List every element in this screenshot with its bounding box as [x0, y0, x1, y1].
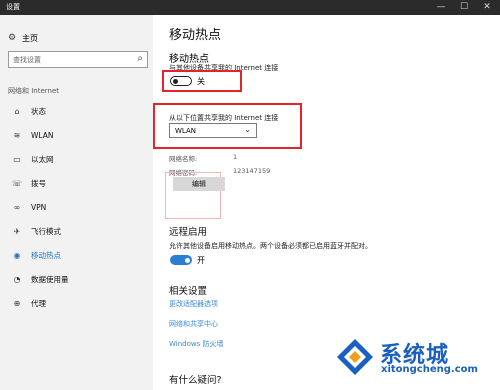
- remote-section-title: 远程启用: [169, 227, 208, 238]
- proxy-icon: ⊕: [13, 298, 21, 308]
- sidebar-item-label: 数据使用量: [31, 274, 69, 284]
- sidebar: ⚙ 主页 查找设置 ⌕ 网络和 Internet ⌂ 状态 ≋ WLAN ▭ 以…: [0, 15, 153, 390]
- sidebar-item-proxy[interactable]: ⊕ 代理: [0, 291, 153, 315]
- remote-toggle[interactable]: [170, 255, 192, 265]
- watermark-logo-icon: [337, 339, 373, 375]
- sidebar-item-wlan[interactable]: ≋ WLAN: [0, 123, 153, 147]
- sidebar-item-label: 移动热点: [31, 250, 61, 260]
- search-icon[interactable]: ⌕: [137, 53, 143, 64]
- window-title: 设置: [6, 3, 20, 11]
- sidebar-item-label: 状态: [31, 106, 46, 116]
- gear-icon: ⚙: [8, 33, 17, 43]
- related-section-title: 相关设置: [169, 286, 208, 297]
- sidebar-item-label: VPN: [31, 202, 47, 212]
- search-placeholder: 查找设置: [13, 56, 41, 64]
- link-network-sharing-center[interactable]: 网络和共享中心: [169, 319, 218, 329]
- link-adapter-options[interactable]: 更改适配器选项: [169, 299, 218, 309]
- remote-description: 允许其他设备启用移动热点。两个设备必须都已启用蓝牙并配对。: [169, 242, 372, 250]
- dialup-icon: ☏: [11, 178, 22, 188]
- maximize-button[interactable]: ☐: [453, 0, 475, 15]
- remote-toggle-state: 开: [197, 256, 205, 265]
- edit-button[interactable]: 编辑: [173, 177, 225, 191]
- sidebar-item-mobile-hotspot[interactable]: ◉ 移动热点: [0, 243, 153, 267]
- main-content: 移动热点 移动热点 与其他设备共享我的 Internet 连接 关 从以下位置共…: [153, 15, 500, 390]
- sidebar-item-label: 以太网: [31, 154, 54, 164]
- close-button[interactable]: ✕: [476, 0, 498, 15]
- sidebar-section-label: 网络和 Internet: [8, 87, 60, 95]
- sidebar-item-label: 拨号: [31, 178, 46, 188]
- network-name-label: 网络名称:: [169, 155, 198, 163]
- sidebar-nav: ⌂ 状态 ≋ WLAN ▭ 以太网 ☏ 拨号 ∞ VPN ✈ 飞行模式 ◉ 移动…: [0, 99, 153, 315]
- question-title: 有什么疑问?: [169, 375, 222, 386]
- toggle-knob: [185, 257, 190, 263]
- watermark-url: xitongcheng.com: [381, 364, 478, 375]
- highlight-box-share: [153, 103, 302, 149]
- sidebar-item-dialup[interactable]: ☏ 拨号: [0, 171, 153, 195]
- title-bar: 设置 — ☐ ✕: [0, 0, 500, 15]
- sidebar-item-label: WLAN: [31, 130, 54, 140]
- hotspot-icon: ◉: [13, 250, 21, 260]
- link-windows-firewall[interactable]: Windows 防火墙: [169, 339, 223, 349]
- sidebar-item-label: 飞行模式: [31, 226, 61, 236]
- data-usage-icon: ◔: [13, 274, 21, 284]
- sidebar-item-ethernet[interactable]: ▭ 以太网: [0, 147, 153, 171]
- home-label: 主页: [22, 33, 38, 43]
- vpn-icon: ∞: [13, 202, 21, 212]
- highlight-box-toggle: [162, 70, 242, 92]
- sidebar-item-label: 代理: [31, 298, 46, 308]
- sidebar-item-airplane-mode[interactable]: ✈ 飞行模式: [0, 219, 153, 243]
- sidebar-item-status[interactable]: ⌂ 状态: [0, 99, 153, 123]
- home-nav-item[interactable]: ⚙ 主页: [8, 31, 38, 45]
- wifi-icon: ≋: [13, 130, 21, 140]
- status-icon: ⌂: [14, 106, 20, 116]
- page-title: 移动热点: [169, 28, 222, 43]
- sidebar-item-data-usage[interactable]: ◔ 数据使用量: [0, 267, 153, 291]
- search-input[interactable]: 查找设置 ⌕: [8, 51, 148, 68]
- network-password-value: 123147159: [233, 167, 271, 175]
- airplane-icon: ✈: [13, 226, 21, 236]
- ethernet-icon: ▭: [13, 154, 21, 164]
- sidebar-item-vpn[interactable]: ∞ VPN: [0, 195, 153, 219]
- minimize-button[interactable]: —: [430, 0, 452, 15]
- network-name-value: 1: [233, 153, 238, 161]
